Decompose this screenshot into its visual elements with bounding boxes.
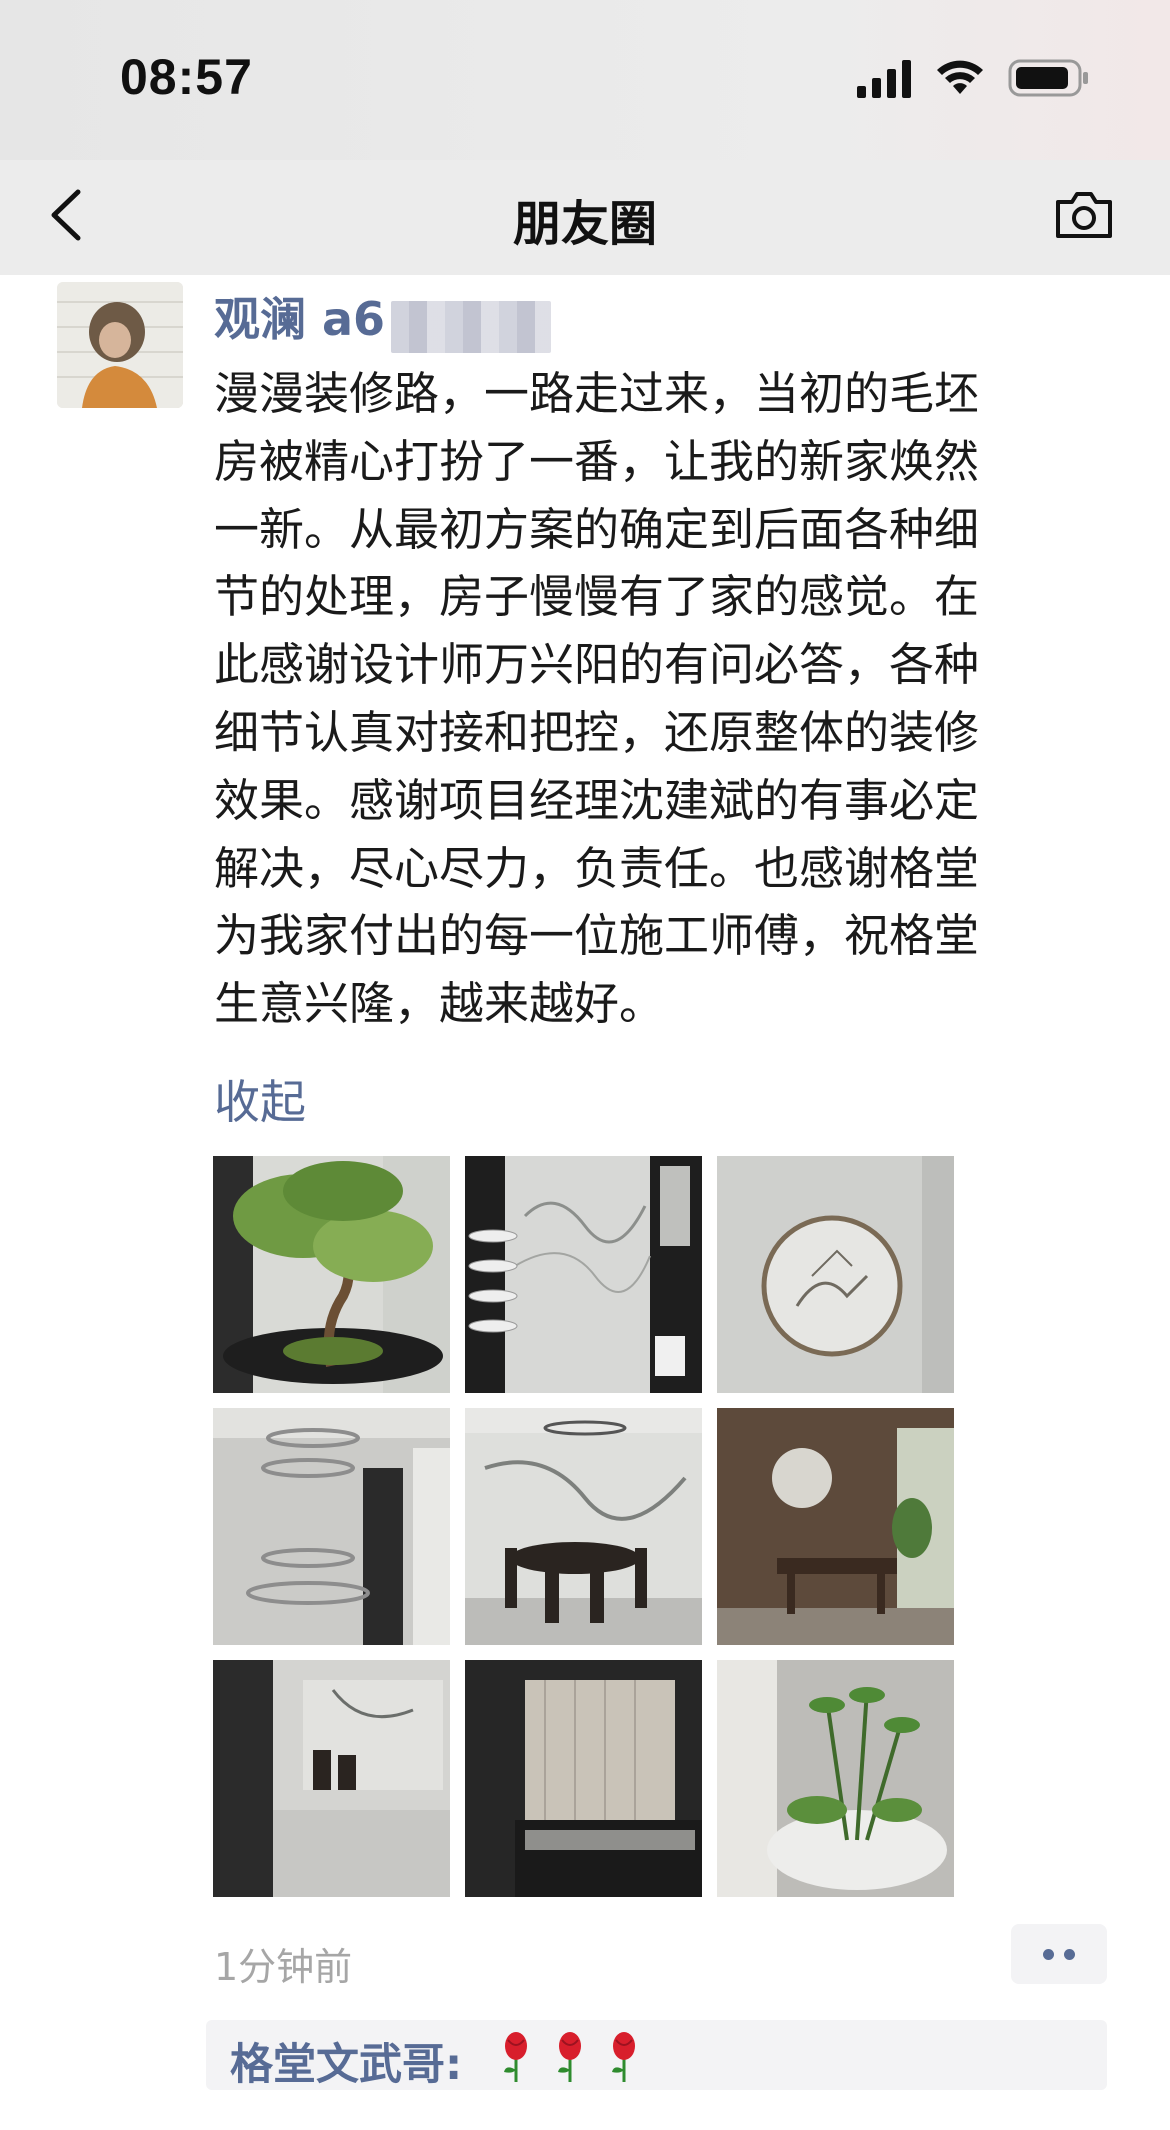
post-text-line: 为我家付出的每一位施工师傅，祝格堂	[214, 909, 980, 963]
avatar[interactable]	[57, 282, 183, 408]
marble-wall-photo[interactable]	[465, 1156, 702, 1393]
dot	[1043, 1949, 1054, 1960]
post-text-line: 生意兴隆，越来越好。	[214, 977, 665, 1031]
comment-separator: :	[445, 2040, 463, 2090]
avatar-image	[57, 282, 183, 408]
dot	[1064, 1949, 1075, 1960]
dining-room-photo[interactable]	[465, 1408, 702, 1645]
post-text-line: 解决，尽心尽力，负责任。也感谢格堂	[214, 841, 980, 895]
post-text-line: 节的处理，房子慢慢有了家的感觉。在	[214, 570, 980, 624]
post-text-line: 细节认真对接和把控，还原整体的装修	[214, 705, 980, 759]
nav-bar: 朋友圈	[0, 160, 1170, 275]
photo-grid	[213, 1156, 954, 1897]
round-wall-art-photo[interactable]	[717, 1156, 954, 1393]
status-bar: 08:57	[0, 0, 1170, 160]
battery-icon	[1008, 59, 1088, 97]
page-title: 朋友圈	[512, 196, 657, 252]
collapse-link[interactable]: 收起	[214, 1066, 306, 1132]
post-text-line: 此感谢设计师万兴阳的有问必答，各种	[214, 638, 980, 692]
tea-room-photo[interactable]	[717, 1408, 954, 1645]
rose-icon	[504, 2032, 635, 2082]
post-author-row: 观澜 a6	[214, 283, 552, 353]
indoor-garden-photo[interactable]	[717, 1660, 954, 1897]
status-time: 08:57	[120, 49, 253, 105]
comments-section: 格堂文武哥:	[206, 2020, 1107, 2090]
wifi-icon	[937, 60, 983, 94]
post-timestamp: 1分钟前	[214, 1945, 353, 1989]
post-text-line: 房被精心打扮了一番，让我的新家焕然	[214, 434, 980, 488]
comment-author[interactable]: 格堂文武哥	[230, 2040, 445, 2090]
camera-icon[interactable]	[1052, 182, 1116, 246]
chandelier-photo[interactable]	[213, 1408, 450, 1645]
bonsai-photo[interactable]	[213, 1156, 450, 1393]
more-dots-icon[interactable]	[1011, 1924, 1107, 1984]
post-author[interactable]: 观澜 a6	[214, 292, 385, 346]
hallway-photo[interactable]	[213, 1660, 450, 1897]
redacted-name-blur	[391, 300, 552, 353]
post-text-line: 漫漫装修路，一路走过来，当初的毛坯	[214, 367, 980, 420]
signal-icon	[857, 60, 911, 98]
comment-item[interactable]: 格堂文武哥:	[230, 2030, 462, 2092]
post-text: 漫漫装修路，一路走过来，当初的毛坯 房被精心打扮了一番，让我的新家焕然 一新。从…	[214, 360, 1114, 1038]
post-text-line: 一新。从最初方案的确定到后面各种细	[214, 502, 980, 556]
window-cabinet-photo[interactable]	[465, 1660, 702, 1897]
post-text-line: 效果。感谢项目经理沈建斌的有事必定	[214, 773, 980, 827]
